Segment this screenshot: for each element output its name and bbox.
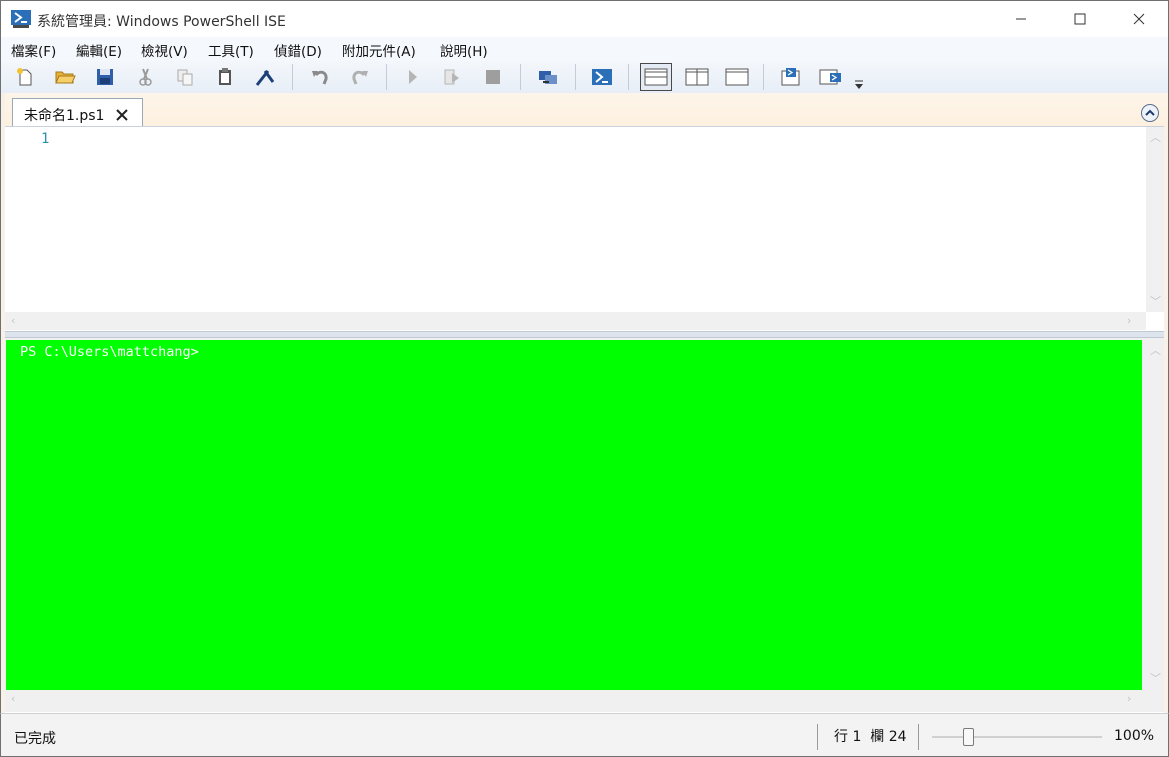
- show-script-maximized-button[interactable]: [723, 64, 751, 90]
- toolbar-separator: [575, 64, 576, 90]
- console-horizontal-scrollbar[interactable]: ‹ ›: [5, 690, 1146, 708]
- console-prompt: PS C:\Users\mattchang>: [20, 344, 199, 360]
- menu-addons[interactable]: 附加元件(A): [342, 40, 416, 60]
- run-selection-icon: [444, 69, 459, 85]
- console-output[interactable]: PS C:\Users\mattchang>: [6, 340, 1142, 690]
- show-script-right-icon: [685, 68, 709, 86]
- save-button[interactable]: [92, 64, 118, 90]
- toolbar: [0, 61, 1169, 93]
- toolbar-overflow-icon[interactable]: [853, 77, 865, 91]
- script-tab-strip: 未命名1.ps1: [0, 93, 1169, 128]
- cut-icon: [139, 68, 152, 86]
- show-script-top-icon: [644, 68, 668, 86]
- show-script-top-button[interactable]: [640, 63, 672, 91]
- status-separator: [817, 724, 818, 750]
- open-button[interactable]: [52, 64, 78, 90]
- show-command-addon-icon: [819, 69, 841, 85]
- copy-button[interactable]: [172, 64, 198, 90]
- open-folder-icon: [55, 71, 76, 84]
- show-script-maximized-icon: [725, 68, 749, 86]
- remote-powershell-icon: [539, 71, 557, 84]
- pane-splitter[interactable]: [5, 331, 1164, 338]
- scroll-right-icon[interactable]: ›: [1127, 314, 1131, 327]
- clear-console-button[interactable]: [252, 64, 278, 90]
- show-script-pane-button[interactable]: [777, 64, 805, 90]
- run-script-icon: [409, 70, 417, 84]
- new-script-button[interactable]: [12, 64, 38, 90]
- maximize-icon: [1074, 13, 1086, 25]
- undo-icon: [312, 70, 328, 85]
- clear-console-icon: [255, 70, 275, 86]
- undo-button[interactable]: [307, 64, 333, 90]
- powershell-console-icon: [592, 69, 612, 85]
- status-separator: [918, 724, 919, 750]
- menu-debug[interactable]: 偵錯(D): [274, 40, 322, 60]
- paste-button[interactable]: [212, 64, 238, 90]
- cursor-position: 行 1 欄 24: [834, 729, 907, 745]
- menu-file[interactable]: 檔案(F): [11, 40, 56, 60]
- close-button[interactable]: [1110, 1, 1168, 37]
- menu-help[interactable]: 說明(H): [440, 40, 488, 60]
- editor-vertical-scrollbar[interactable]: ︿ ﹀: [1146, 127, 1164, 312]
- tab-label: 未命名1.ps1: [24, 108, 105, 124]
- toolbar-separator: [628, 64, 629, 90]
- zoom-slider-track[interactable]: [932, 736, 1102, 738]
- window-title: 系統管理員: Windows PowerShell ISE: [37, 14, 286, 30]
- collapse-script-pane-icon[interactable]: [1140, 103, 1160, 123]
- remote-powershell-button[interactable]: [535, 64, 561, 90]
- toolbar-separator: [520, 64, 521, 90]
- scroll-left-icon[interactable]: ‹: [11, 314, 15, 327]
- scroll-up-icon[interactable]: ︿: [1150, 342, 1161, 358]
- show-script-right-button[interactable]: [683, 64, 711, 90]
- show-command-addon-button[interactable]: [817, 64, 845, 90]
- line-number: 1: [41, 131, 50, 147]
- zoom-slider-thumb[interactable]: [963, 728, 974, 746]
- window-frame-right: [1164, 126, 1169, 713]
- scroll-down-icon[interactable]: ﹀: [1150, 293, 1161, 309]
- status-bar: 已完成 行 1 欄 24 100%: [0, 713, 1169, 757]
- status-text: 已完成: [14, 731, 56, 747]
- toolbar-separator: [292, 64, 293, 90]
- menu-bar: 檔案(F) 編輯(E) 檢視(V) 工具(T) 偵錯(D) 附加元件(A) 說明…: [0, 37, 1169, 61]
- zoom-level: 100%: [1114, 728, 1155, 744]
- console-vertical-scrollbar[interactable]: ︿ ﹀: [1146, 340, 1164, 690]
- script-editor[interactable]: 1 ︿ ﹀ ‹ ›: [5, 126, 1164, 331]
- scroll-down-icon[interactable]: ﹀: [1150, 670, 1161, 686]
- scroll-left-icon[interactable]: ‹: [11, 692, 15, 705]
- stop-button[interactable]: [480, 64, 506, 90]
- scroll-right-icon[interactable]: ›: [1127, 692, 1131, 705]
- new-script-icon: [17, 68, 32, 86]
- minimize-icon: [1016, 18, 1026, 20]
- menu-view[interactable]: 檢視(V): [141, 40, 188, 60]
- redo-button[interactable]: [347, 64, 373, 90]
- redo-icon: [352, 70, 368, 85]
- console-pane[interactable]: PS C:\Users\mattchang> ︿ ﹀ ‹ ›: [5, 338, 1164, 712]
- close-icon: [1133, 13, 1145, 25]
- maximize-button[interactable]: [1051, 1, 1109, 37]
- run-selection-button[interactable]: [439, 64, 465, 90]
- menu-tools[interactable]: 工具(T): [208, 40, 254, 60]
- run-script-button[interactable]: [399, 64, 425, 90]
- tab-untitled1[interactable]: 未命名1.ps1: [12, 98, 143, 128]
- title-bar: 系統管理員: Windows PowerShell ISE: [0, 0, 1169, 37]
- powershell-ise-icon: [11, 10, 31, 28]
- stop-icon: [486, 70, 500, 84]
- save-icon: [97, 69, 113, 85]
- minimize-button[interactable]: [992, 1, 1050, 37]
- menu-edit[interactable]: 編輯(E): [76, 40, 122, 60]
- toolbar-separator: [763, 64, 764, 90]
- editor-horizontal-scrollbar[interactable]: ‹ ›: [5, 312, 1146, 330]
- cut-button[interactable]: [132, 64, 158, 90]
- show-script-pane-icon: [781, 68, 800, 86]
- powershell-console-button[interactable]: [589, 64, 615, 90]
- close-tab-icon[interactable]: [114, 107, 130, 123]
- scroll-up-icon[interactable]: ︿: [1150, 129, 1161, 145]
- paste-icon: [219, 68, 231, 85]
- copy-icon: [177, 69, 193, 86]
- toolbar-separator: [386, 64, 387, 90]
